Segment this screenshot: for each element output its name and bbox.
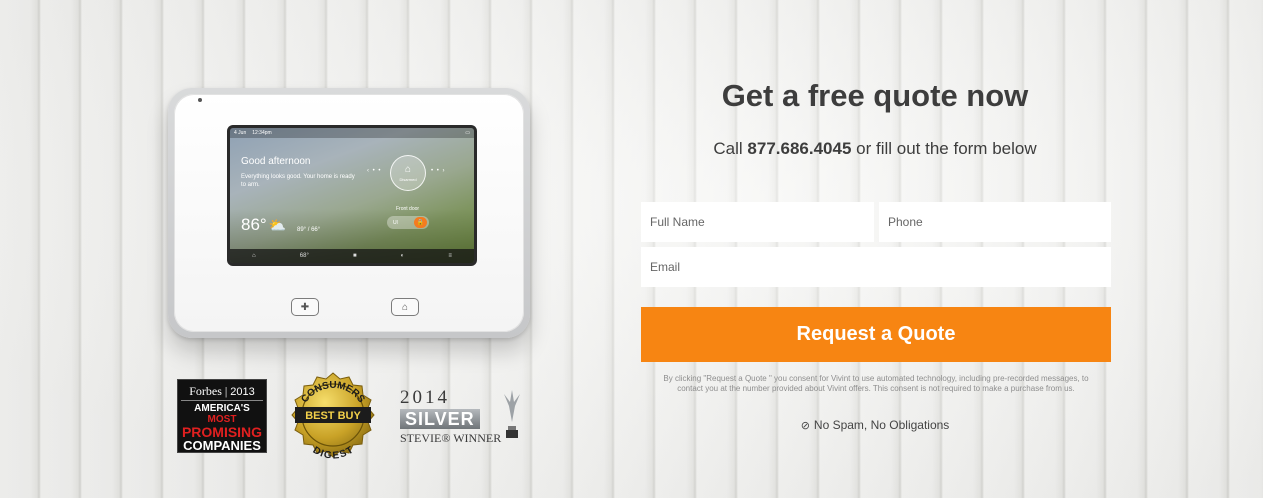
lock-icon: 🔒 xyxy=(414,217,427,228)
temp-high: 89° xyxy=(297,227,307,233)
call-suffix: or fill out the form below xyxy=(856,139,1037,158)
smart-home-panel: 4 Jun 12:34pm ▭ Good afternoon Everythin… xyxy=(168,88,530,338)
panel-greeting: Good afternoon xyxy=(241,156,311,167)
panel-face: 4 Jun 12:34pm ▭ Good afternoon Everythin… xyxy=(174,94,524,332)
email-input[interactable] xyxy=(641,247,1111,287)
temp-sep: / xyxy=(307,227,310,233)
panel-led xyxy=(198,98,202,102)
stevie-award-badge: 2014 SILVER STEVIE® WINNER xyxy=(400,388,522,446)
panel-nav-bar: ⌂ 68° ■ ◐ ≡ xyxy=(230,249,474,263)
no-spam-icon: ⊘ xyxy=(800,419,810,432)
front-door-toggle: Ul 🔒 xyxy=(387,216,429,229)
page-title: Get a free quote now xyxy=(721,78,1029,113)
phone-input[interactable] xyxy=(879,202,1111,242)
panel-screen-display: 4 Jun 12:34pm ▭ Good afternoon Everythin… xyxy=(230,128,474,263)
panel-home-button-icon: ⌂ xyxy=(391,298,419,316)
panel-message: Everything looks good. Your home is read… xyxy=(241,174,355,188)
menu-icon: ≡ xyxy=(448,253,452,259)
consumers-digest-badge: CONSUMERS BEST BUY DIGEST xyxy=(291,372,375,462)
trophy-icon xyxy=(504,390,520,438)
panel-status-date: 4 Jun xyxy=(234,130,247,136)
panel-temperature: 86° ⛅ xyxy=(241,215,286,235)
partly-sunny-icon: ⛅ xyxy=(268,217,287,233)
light-toggle-icon: ◐ xyxy=(400,253,405,259)
no-spam-label: No Spam, No Obligations xyxy=(813,418,950,432)
forbes-badge: Forbes | 2013 AMERICA'S MOST PROMISING C… xyxy=(178,380,266,453)
request-quote-button[interactable]: Request a Quote xyxy=(641,307,1111,362)
panel-status-bar: 4 Jun 12:34pm ▭ xyxy=(230,128,474,138)
call-prefix: Call xyxy=(713,139,743,158)
forbes-line1: AMERICA'S MOST xyxy=(181,403,263,425)
panel-emergency-button-icon: ✚ xyxy=(291,298,319,316)
toggle-left-label: Ul xyxy=(393,219,398,226)
home-icon: ⌂ xyxy=(252,253,256,259)
forbes-year: 2013 xyxy=(230,386,255,398)
arm-status-circle: ⌂ Disarmed xyxy=(390,155,426,191)
nav-temp: 68° xyxy=(299,253,309,259)
panel-temperature-value: 86° xyxy=(241,215,267,234)
call-line: Call 877.686.4045 or fill out the form b… xyxy=(640,139,1110,159)
camera-icon: ■ xyxy=(352,253,357,259)
cd-middle-text: BEST BUY xyxy=(305,410,361,422)
house-icon: ⌂ xyxy=(404,163,412,175)
front-door-label: Front door xyxy=(396,206,420,212)
consent-text: By clicking "Request a Quote " you conse… xyxy=(663,374,1089,393)
arm-status-label: Disarmed xyxy=(399,176,417,182)
forbes-line1-a: AMERICA'S xyxy=(194,403,250,414)
panel-status-time: 12:34pm xyxy=(252,130,272,136)
forbes-brand: Forbes xyxy=(189,384,222,398)
panel-temp-range: 89° / 66° xyxy=(297,227,320,233)
panel-screen: 4 Jun 12:34pm ▭ Good afternoon Everythin… xyxy=(227,125,477,266)
no-spam-note: ⊘ No Spam, No Obligations xyxy=(640,418,1110,432)
forbes-line3: COMPANIES xyxy=(183,438,261,453)
stevie-silver: SILVER xyxy=(400,409,480,429)
temp-low: 66° xyxy=(311,227,321,233)
arrow-right-icon: • • › xyxy=(431,168,446,174)
full-name-input[interactable] xyxy=(641,202,874,242)
phone-number-link[interactable]: 877.686.4045 xyxy=(747,139,851,158)
forbes-badge-top: Forbes | 2013 xyxy=(181,384,263,401)
battery-icon: ▭ xyxy=(465,130,470,136)
forbes-line2: PROMISING xyxy=(181,424,263,440)
arrow-left-icon: ‹ • • xyxy=(367,168,382,174)
